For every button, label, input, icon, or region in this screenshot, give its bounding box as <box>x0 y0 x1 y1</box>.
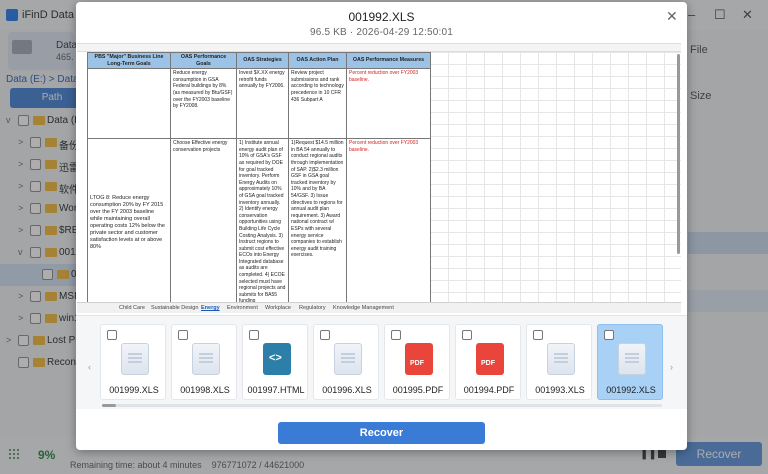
sheet-tab[interactable]: Regulatory <box>299 305 326 311</box>
sheet-cell: Percent reduction over FY2003 baseline. <box>346 68 431 140</box>
goal-cell: LTOG 8: Reduce energy consumption 20% by… <box>87 138 171 308</box>
strip-prev-arrow[interactable]: ‹ <box>88 362 91 372</box>
sheet-header-cell: PBS "Major" Business Line Long-Term Goal… <box>87 51 171 70</box>
file-thumbnail[interactable]: 001993.XLS <box>526 324 592 400</box>
file-thumbnail[interactable]: 001992.XLS <box>597 324 663 400</box>
sheet-tab[interactable]: Child Care <box>119 305 145 311</box>
thumbnail-checkbox[interactable] <box>249 330 259 340</box>
file-type-glyph: PDF <box>481 360 495 367</box>
sheet-cell: Invest $X.XX energy retrofit funds annua… <box>236 68 289 140</box>
spreadsheet-icon <box>192 343 220 375</box>
thumbnail-filename: 001992.XLS <box>606 385 656 395</box>
spreadsheet-icon <box>334 343 362 375</box>
sheet-cell: Reduce energy consumption in GSA Federal… <box>170 68 237 140</box>
spreadsheet-preview: PBS "Major" Business Line Long-Term Goal… <box>77 43 681 313</box>
file-thumbnail[interactable]: PDF 001994.PDF <box>455 324 521 400</box>
spreadsheet-icon <box>121 343 149 375</box>
recover-button[interactable]: Recover <box>278 422 485 444</box>
thumbnail-strip: ‹ › 001999.XLS 001998.XLS <> 001997.HTML 001… <box>76 315 687 409</box>
thumbnail-filename: 001995.PDF <box>392 385 444 395</box>
thumbnail-filename: 001993.XLS <box>535 385 585 395</box>
thumbnail-filename: 001994.PDF <box>463 385 515 395</box>
empty-grid <box>430 52 681 302</box>
close-icon[interactable]: ✕ <box>666 8 678 25</box>
sheet-tab[interactable]: Energy <box>201 305 220 311</box>
sheet-cell: Review project submissions and rank acco… <box>288 68 347 140</box>
thumbnail-filename: 001998.XLS <box>180 385 230 395</box>
thumbnail-filename: 001999.XLS <box>109 385 159 395</box>
spreadsheet-icon <box>618 343 646 375</box>
sheet-cell: Choose Effective energy conservation pro… <box>170 138 237 308</box>
sheet-header-cell: OAS Action Plan <box>288 51 347 70</box>
sheet-cell: 1)Request $14.5 million in BA 54 annuall… <box>288 138 347 308</box>
file-thumbnail[interactable]: <> 001997.HTML <box>242 324 308 400</box>
file-thumbnail[interactable]: 001996.XLS <box>313 324 379 400</box>
preview-dialog: 001992.XLS 96.5 KB · 2026-04-29 12:50:01… <box>76 2 687 450</box>
spreadsheet-icon <box>547 343 575 375</box>
table-row: LTOG 8: Reduce energy consumption 20% by… <box>87 138 431 308</box>
preview-filename: 001992.XLS <box>348 10 415 24</box>
thumbnail-checkbox[interactable] <box>391 330 401 340</box>
sheet-header-cell: OAS Strategies <box>236 51 289 70</box>
thumbnail-checkbox[interactable] <box>533 330 543 340</box>
strip-next-arrow[interactable]: › <box>670 362 673 372</box>
thumbnail-checkbox[interactable] <box>107 330 117 340</box>
horizontal-scrollbar[interactable] <box>102 404 662 407</box>
sheet-cell: 1) Institute annual energy audit plan of… <box>236 138 289 308</box>
file-thumbnail[interactable]: 001999.XLS <box>100 324 166 400</box>
column-header-strip <box>77 44 681 52</box>
file-type-glyph: <> <box>269 352 282 364</box>
code-icon: <> <box>263 343 291 375</box>
file-type-glyph: PDF <box>410 360 424 367</box>
vertical-scrollbar[interactable] <box>677 54 680 254</box>
sheet-header-cell: OAS Performance Goals <box>170 51 237 70</box>
thumbnail-checkbox[interactable] <box>604 330 614 340</box>
sheet-table: PBS "Major" Business Line Long-Term Goal… <box>87 51 431 313</box>
table-row: Reduce energy consumption in GSA Federal… <box>87 68 431 140</box>
thumbnail-checkbox[interactable] <box>320 330 330 340</box>
sheet-tab-bar: Child Care Sustainable Design Energy Enviro… <box>77 302 681 313</box>
sheet-tab[interactable]: Knowledge Management <box>333 305 394 311</box>
pdf-icon: PDF <box>405 343 433 375</box>
sheet-cell: Percent reduction over FY2003 baseline. <box>346 138 431 308</box>
sheet-header-cell: OAS Performance Measures <box>346 51 431 70</box>
thumbnail-checkbox[interactable] <box>178 330 188 340</box>
thumbnail-filename: 001996.XLS <box>322 385 372 395</box>
thumbnail-filename: 001997.HTML <box>247 385 305 395</box>
file-thumbnail[interactable]: PDF 001995.PDF <box>384 324 450 400</box>
sheet-tab[interactable]: Sustainable Design <box>151 305 198 311</box>
sheet-tab[interactable]: Environment <box>227 305 258 311</box>
pdf-icon: PDF <box>476 343 504 375</box>
sheet-tab[interactable]: Workplace <box>265 305 291 311</box>
scrollbar-thumb[interactable] <box>102 404 116 407</box>
file-thumbnail[interactable]: 001998.XLS <box>171 324 237 400</box>
thumbnail-checkbox[interactable] <box>462 330 472 340</box>
preview-file-meta: 96.5 KB · 2026-04-29 12:50:01 <box>309 27 454 38</box>
goal-cell <box>87 68 171 140</box>
